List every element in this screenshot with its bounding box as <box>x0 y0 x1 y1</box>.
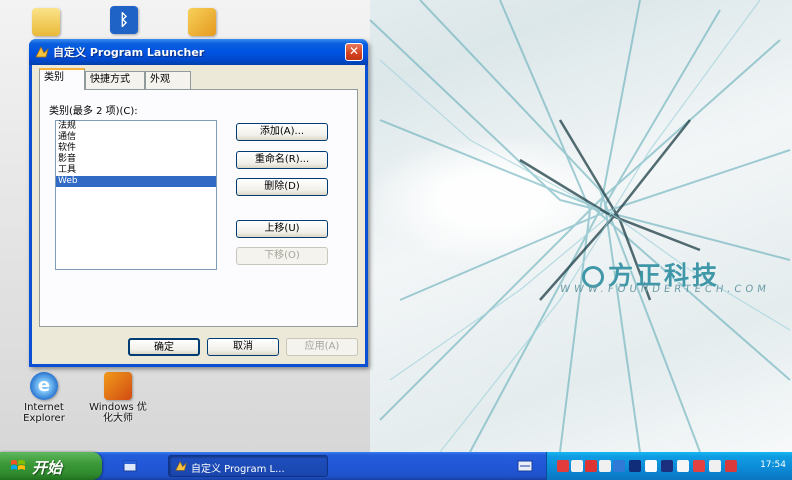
tray-shield-icon[interactable] <box>629 460 641 472</box>
tray-network-icon[interactable] <box>557 460 569 472</box>
start-button[interactable]: 开始 <box>0 452 102 480</box>
close-icon: ✕ <box>348 44 360 58</box>
folder-shortcut-icon <box>188 8 216 36</box>
desktop-icon-my-documents[interactable] <box>16 8 76 38</box>
optimizer-icon <box>104 372 132 400</box>
tab-label: 快捷方式 <box>90 74 130 85</box>
apply-button[interactable]: 应用(A) <box>286 338 358 356</box>
categories-listbox[interactable]: 法规 通信 软件 影音 工具 Web <box>55 120 217 270</box>
add-button[interactable]: 添加(A)... <box>236 123 328 141</box>
launcher-app-icon <box>35 46 49 58</box>
tab-categories[interactable]: 类别 <box>39 68 85 90</box>
rename-button[interactable]: 重命名(R)... <box>236 151 328 169</box>
categories-panel: 类别(最多 2 项)(C): 法规 通信 软件 影音 工具 Web 添加(A).… <box>39 89 358 327</box>
cancel-button[interactable]: 取消 <box>207 338 279 356</box>
desktop-icon-label: Internet Explorer <box>23 402 65 424</box>
tray-antivirus-icon[interactable] <box>585 460 597 472</box>
start-label: 开始 <box>32 459 63 477</box>
folder-icon <box>32 8 60 36</box>
tab-appearance[interactable]: 外观 <box>145 71 191 89</box>
tray-display-icon[interactable] <box>661 460 673 472</box>
ok-button[interactable]: 确定 <box>128 338 200 356</box>
windows-flag-icon <box>11 460 25 470</box>
list-item-selected[interactable]: Web <box>56 176 216 187</box>
list-item[interactable]: 法规 <box>56 121 216 132</box>
tray-ime-icon[interactable] <box>599 460 611 472</box>
list-item[interactable]: 影音 <box>56 154 216 165</box>
taskbar-item-program-launcher[interactable]: 自定义 Program L... <box>168 455 328 477</box>
tray-tool-icon[interactable] <box>709 460 721 472</box>
show-desktop-icon[interactable] <box>114 459 144 473</box>
dialog-title: 自定义 Program Launcher <box>53 46 205 59</box>
desktop-icon-internet-explorer[interactable]: e Internet Explorer <box>14 372 74 424</box>
desktop-icon-shortcut[interactable] <box>172 8 232 38</box>
tray-update-icon[interactable] <box>645 460 657 472</box>
close-button[interactable]: ✕ <box>345 43 363 61</box>
taskbar-item-label: 自定义 Program L... <box>191 464 285 475</box>
delete-button[interactable]: 删除(D) <box>236 178 328 196</box>
desktop-icon-bluetooth[interactable]: ᛒ <box>94 6 154 36</box>
system-tray: 17:54 <box>546 452 792 480</box>
tab-shortcuts[interactable]: 快捷方式 <box>85 71 145 89</box>
program-launcher-dialog: 自定义 Program Launcher ✕ 类别 快捷方式 外观 类别(最多 … <box>29 39 368 367</box>
tray-app-icon[interactable] <box>613 460 625 472</box>
list-item[interactable]: 通信 <box>56 132 216 143</box>
tray-power-icon[interactable] <box>725 460 737 472</box>
clock[interactable]: 17:54 <box>760 460 786 470</box>
move-up-button[interactable]: 上移(U) <box>236 220 328 238</box>
bluetooth-icon: ᛒ <box>110 6 138 34</box>
tray-volume-icon[interactable] <box>571 460 583 472</box>
internet-explorer-icon: e <box>30 372 58 400</box>
desktop-icon-windows-optimizer[interactable]: Windows 优化大师 <box>88 372 148 424</box>
taskbar: 开始 自定义 Program L... 17:54 <box>0 452 792 480</box>
desktop-icon-label: Windows 优化大师 <box>89 402 147 424</box>
tray-messenger-icon[interactable] <box>677 460 689 472</box>
list-item[interactable]: 工具 <box>56 165 216 176</box>
tab-label: 类别 <box>44 72 64 83</box>
language-bar-icon[interactable] <box>514 460 536 472</box>
brand-url: WWW.FOUNDERTECH.COM <box>559 284 771 295</box>
tray-alert-icon[interactable] <box>693 460 705 472</box>
move-down-button[interactable]: 下移(O) <box>236 247 328 265</box>
list-item[interactable]: 软件 <box>56 143 216 154</box>
tab-label: 外观 <box>150 74 170 85</box>
launcher-app-icon <box>175 460 187 471</box>
categories-list-label: 类别(最多 2 项)(C): <box>49 106 138 117</box>
dialog-titlebar[interactable]: 自定义 Program Launcher ✕ <box>29 39 368 65</box>
